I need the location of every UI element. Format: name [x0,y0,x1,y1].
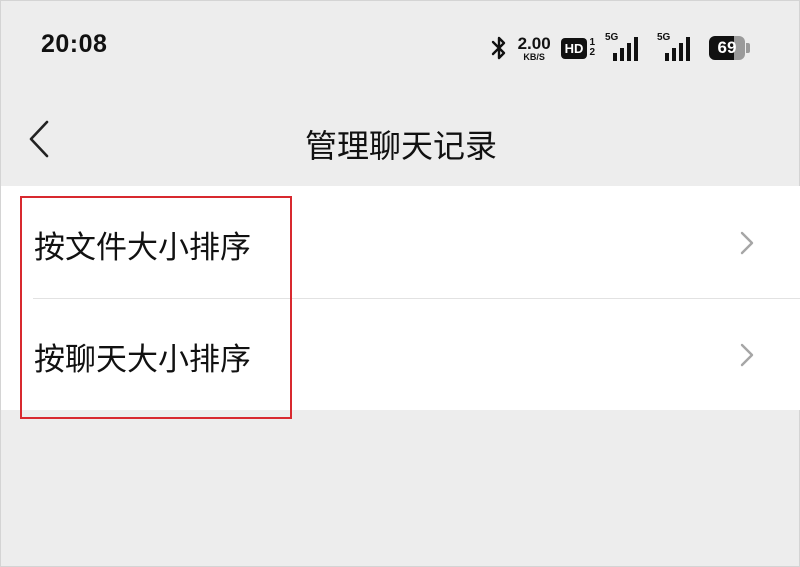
network-speed-value: 2.00 [517,33,551,53]
battery-tip [746,43,750,53]
signal-icon-sim1: 5G [605,32,647,62]
list-item-sort-by-file-size[interactable]: 按文件大小排序 [1,186,800,298]
hd-label: HD [560,37,588,59]
bluetooth-icon [491,36,505,60]
hd-slots: 1 2 [589,37,595,59]
list-item-label: 按聊天大小排序 [34,342,251,378]
chevron-right-icon [740,231,754,255]
screen: 20:08 2.00 KB/S HD 1 2 5G 5G 69 管理聊天记录 按… [0,0,800,567]
signal-icon-sim2: 5G [657,32,699,62]
page-title: 管理聊天记录 [304,127,497,165]
hd-slot-bottom: 2 [589,47,595,58]
nav-bar: 管理聊天记录 [1,93,800,186]
chevron-right-icon [740,343,754,367]
list-item-label: 按文件大小排序 [34,230,251,266]
network-speed: 2.00 KB/S [518,35,551,62]
battery-level: 69 [709,36,745,60]
hd-voice-icon: HD 1 2 [560,37,595,59]
sort-options-list: 按文件大小排序 按聊天大小排序 [1,186,800,410]
status-time: 20:08 [41,30,108,58]
network-speed-unit: KB/S [523,51,545,62]
status-icons: 2.00 KB/S HD 1 2 5G 5G 69 [490,32,751,64]
list-item-sort-by-chat-size[interactable]: 按聊天大小排序 [1,298,800,410]
battery-icon: 69 [709,36,751,60]
signal-bars-icon [613,37,638,61]
status-bar: 20:08 2.00 KB/S HD 1 2 5G 5G 69 [1,1,800,93]
signal-bars-icon [665,37,690,61]
